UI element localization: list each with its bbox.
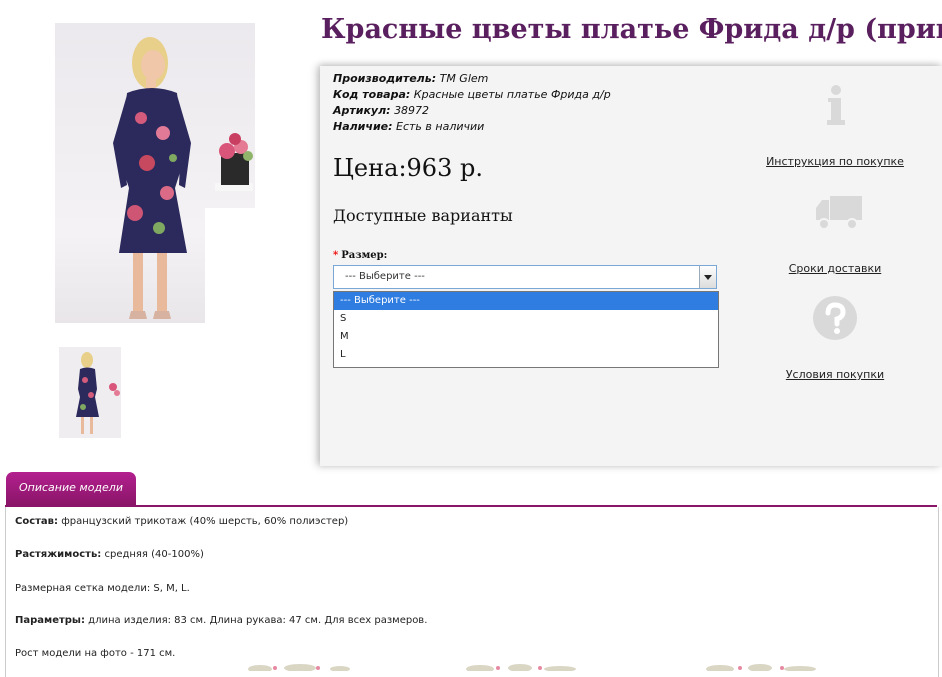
composition-value: французский трикотаж (40% шерсть, 60% по… xyxy=(61,516,349,527)
article-value: 38972 xyxy=(394,104,430,117)
stretch-label: Растяжимость: xyxy=(15,549,102,560)
stretch-line: Растяжимость: средняя (40-100%) xyxy=(15,549,204,560)
size-option-l[interactable]: L xyxy=(334,346,718,364)
product-title: Красные цветы платье Фрида д/р (принт) xyxy=(321,14,942,45)
size-label-text: Размер: xyxy=(341,250,388,261)
size-select[interactable]: --- Выберите --- xyxy=(333,265,717,289)
size-dropdown-list: --- Выберите --- S M L xyxy=(333,291,719,368)
product-info-panel: Производитель: TM Glem Код товара: Красн… xyxy=(320,66,942,466)
params-label: Параметры: xyxy=(15,615,85,626)
model-photo-illustration xyxy=(113,37,255,323)
product-code-value: Красные цветы платье Фрида д/р xyxy=(413,88,611,101)
required-mark: * xyxy=(333,250,339,261)
size-grid-line: Размерная сетка модели: S, M, L. xyxy=(15,583,190,594)
stretch-value: средняя (40-100%) xyxy=(104,549,204,560)
variants-heading: Доступные варианты xyxy=(333,206,513,225)
info-icon xyxy=(827,85,845,125)
question-icon xyxy=(813,296,857,340)
product-code-row: Код товара: Красные цветы платье Фрида д… xyxy=(333,87,611,103)
tab-description[interactable]: Описание модели xyxy=(6,472,136,505)
article-label: Артикул: xyxy=(333,104,391,117)
conditions-link-wrap: Условия покупки xyxy=(760,368,910,381)
product-details: Производитель: TM Glem Код товара: Красн… xyxy=(333,71,611,135)
params-line: Параметры: длина изделия: 83 см. Длина р… xyxy=(15,615,427,626)
manufacturer-value: TM Glem xyxy=(439,72,489,85)
size-option-placeholder[interactable]: --- Выберите --- xyxy=(334,292,718,310)
availability-label: Наличие: xyxy=(333,120,393,133)
availability-value: Есть в наличии xyxy=(396,120,485,133)
manufacturer-label: Производитель: xyxy=(333,72,437,85)
description-panel: Состав: французский трикотаж (40% шерсть… xyxy=(5,507,939,677)
delivery-link-wrap: Сроки доставки xyxy=(760,262,910,275)
flower-border-decoration xyxy=(248,664,816,671)
size-option-m[interactable]: M xyxy=(334,328,718,346)
model-height-line: Рост модели на фото - 171 см. xyxy=(15,648,176,659)
composition-label: Состав: xyxy=(15,516,59,527)
product-main-photo[interactable] xyxy=(55,23,255,323)
availability-row: Наличие: Есть в наличии xyxy=(333,119,611,135)
thumbnail-illustration xyxy=(76,352,120,434)
size-select-value: --- Выберите --- xyxy=(345,271,425,282)
product-price: Цена:963 р. xyxy=(333,154,483,182)
size-label: * Размер: xyxy=(333,250,387,261)
params-value: длина изделия: 83 см. Длина рукава: 47 с… xyxy=(88,615,428,626)
composition-line: Состав: французский трикотаж (40% шерсть… xyxy=(15,516,348,527)
manufacturer-row: Производитель: TM Glem xyxy=(333,71,611,87)
chevron-down-icon[interactable] xyxy=(699,266,716,288)
product-thumbnail[interactable] xyxy=(59,347,121,438)
instruction-link[interactable]: Инструкция по покупке xyxy=(760,155,910,168)
size-option-s[interactable]: S xyxy=(334,310,718,328)
instruction-link-wrap: Инструкция по покупке xyxy=(760,155,910,168)
article-row: Артикул: 38972 xyxy=(333,103,611,119)
conditions-link[interactable]: Условия покупки xyxy=(760,368,910,381)
product-code-label: Код товара: xyxy=(333,88,411,101)
truck-icon xyxy=(816,196,862,230)
delivery-link[interactable]: Сроки доставки xyxy=(760,262,910,275)
